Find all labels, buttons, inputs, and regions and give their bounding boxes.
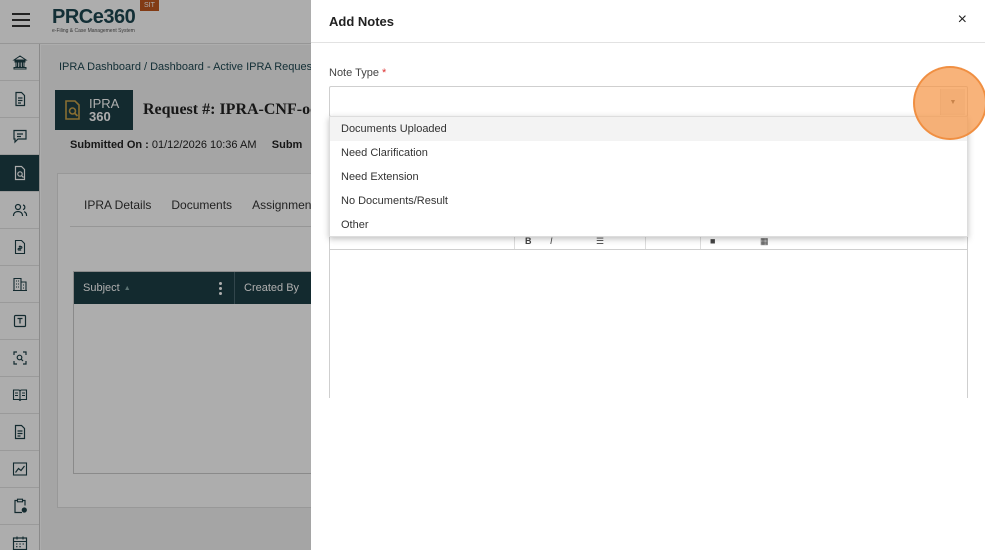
note-type-label: Note Type * xyxy=(329,67,386,79)
rich-text-editor: B I ☰ ■ ▦ xyxy=(329,220,968,398)
table-icon[interactable]: ▦ xyxy=(760,236,769,247)
image-icon[interactable]: ■ xyxy=(710,236,715,246)
option-documents-uploaded[interactable]: Documents Uploaded xyxy=(330,117,967,141)
add-notes-drawer: Add Notes × Note Type * B I ☰ ■ ▦ ▼ Docu… xyxy=(311,0,985,550)
note-type-select[interactable]: ▼ xyxy=(329,86,968,117)
close-button[interactable]: × xyxy=(958,12,967,28)
option-no-documents-result[interactable]: No Documents/Result xyxy=(330,189,967,213)
bold-icon[interactable]: B xyxy=(525,236,532,246)
editor-content-area[interactable] xyxy=(330,250,967,398)
drawer-header: Add Notes × xyxy=(311,0,985,43)
option-need-clarification[interactable]: Need Clarification xyxy=(330,141,967,165)
required-mark: * xyxy=(382,67,387,79)
note-type-dropdown: Documents Uploaded Need Clarification Ne… xyxy=(329,116,968,237)
option-need-extension[interactable]: Need Extension xyxy=(330,165,967,189)
chevron-down-icon[interactable]: ▼ xyxy=(940,89,965,115)
italic-icon[interactable]: I xyxy=(550,236,553,246)
drawer-title: Add Notes xyxy=(329,14,394,29)
note-type-label-text: Note Type xyxy=(329,67,379,79)
option-other[interactable]: Other xyxy=(330,213,967,237)
list-icon[interactable]: ☰ xyxy=(596,236,604,247)
